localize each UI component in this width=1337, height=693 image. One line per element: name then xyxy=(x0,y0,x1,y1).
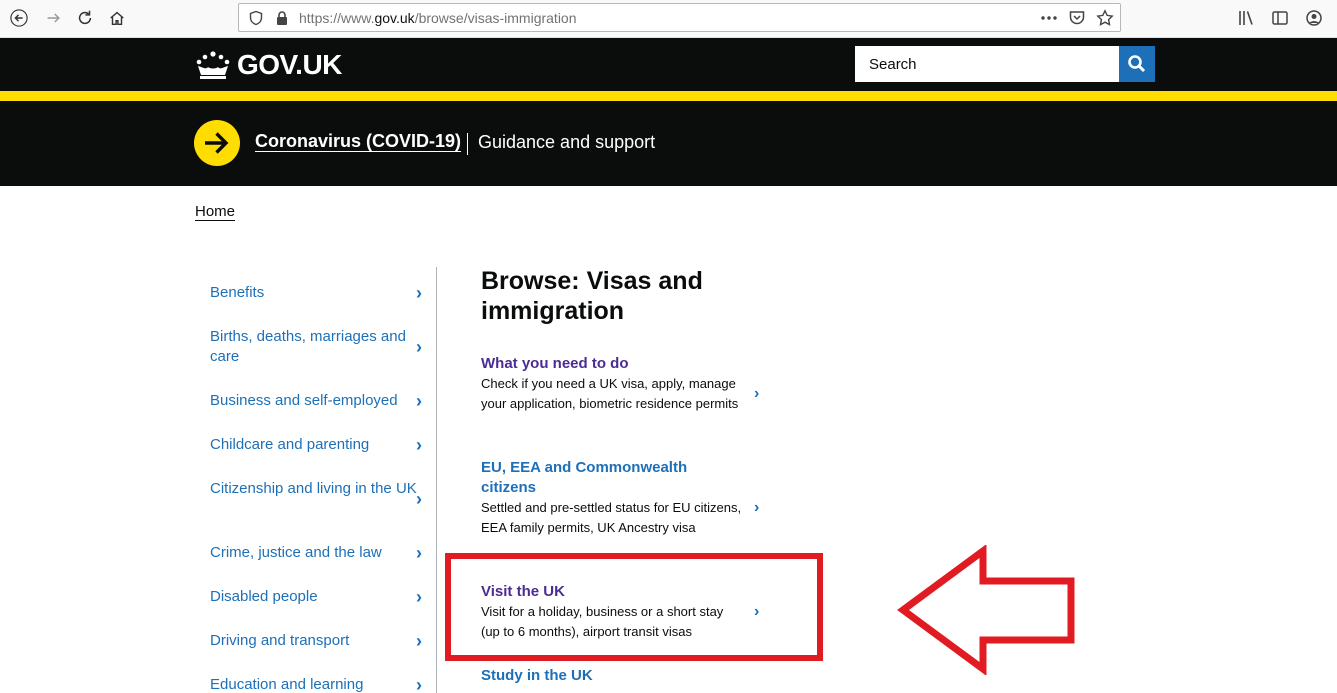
search-input[interactable]: Search xyxy=(855,46,1119,82)
chevron-right-icon: › xyxy=(416,675,422,693)
chevron-right-icon: › xyxy=(416,337,422,357)
subsection-title[interactable]: Study in the UK xyxy=(481,666,743,686)
search-button[interactable] xyxy=(1119,46,1155,82)
chevron-right-icon: › xyxy=(416,543,422,563)
annotation-highlight-box xyxy=(445,553,823,661)
category-crime-justice[interactable]: Crime, justice and the law xyxy=(210,543,420,563)
url-text[interactable]: https://www.gov.uk/browse/visas-immigrat… xyxy=(299,10,577,26)
chevron-right-icon: › xyxy=(416,631,422,651)
category-benefits[interactable]: Benefits xyxy=(210,283,420,303)
page-title: Browse: Visas and immigration xyxy=(481,267,703,325)
sidebar-icon[interactable] xyxy=(1271,9,1289,27)
pocket-icon[interactable] xyxy=(1068,9,1086,27)
category-births-deaths[interactable]: Births, deaths, marriages and care xyxy=(210,327,420,367)
header-yellow-bar xyxy=(0,91,1337,101)
logo-text: GOV.UK xyxy=(237,49,342,80)
annotation-arrow-icon xyxy=(897,545,1075,675)
category-driving[interactable]: Driving and transport xyxy=(210,631,420,651)
category-disabled-people[interactable]: Disabled people xyxy=(210,587,420,607)
banner-divider xyxy=(467,133,468,155)
lock-icon[interactable] xyxy=(274,10,290,26)
subsection-eu-eea[interactable]: EU, EEA and Commonwealth citizens Settle… xyxy=(481,458,743,538)
chevron-right-icon: › xyxy=(416,391,422,411)
library-icon[interactable] xyxy=(1237,9,1255,27)
govuk-logo[interactable]: GOV.UK xyxy=(195,49,342,81)
home-icon[interactable] xyxy=(102,4,132,32)
chevron-right-icon: › xyxy=(416,283,422,303)
chevron-right-icon: › xyxy=(416,587,422,607)
browser-toolbar: https://www.gov.uk/browse/visas-immigrat… xyxy=(0,0,1337,38)
address-bar[interactable]: https://www.gov.uk/browse/visas-immigrat… xyxy=(238,3,1121,32)
category-citizenship[interactable]: Citizenship and living in the UK xyxy=(210,479,420,499)
category-childcare[interactable]: Childcare and parenting xyxy=(210,435,420,455)
subsection-what-you-need-to-do[interactable]: What you need to do Check if you need a … xyxy=(481,354,743,414)
crown-icon xyxy=(196,51,230,79)
shield-icon[interactable] xyxy=(248,10,264,26)
more-icon[interactable] xyxy=(1040,9,1058,27)
forward-icon[interactable] xyxy=(38,4,68,32)
category-business[interactable]: Business and self-employed xyxy=(210,391,420,411)
covid-guidance-text: Guidance and support xyxy=(478,132,656,152)
bookmark-star-icon[interactable] xyxy=(1096,9,1114,27)
subsection-title[interactable]: What you need to do xyxy=(481,354,743,374)
subsection-study-in-the-uk[interactable]: Study in the UK xyxy=(481,666,743,686)
arrow-right-icon[interactable] xyxy=(194,120,240,166)
account-icon[interactable] xyxy=(1305,9,1323,27)
column-divider xyxy=(436,267,437,693)
subsection-title[interactable]: EU, EEA and Commonwealth citizens xyxy=(481,458,743,498)
subsection-description: Settled and pre-settled status for EU ci… xyxy=(481,500,742,535)
category-education[interactable]: Education and learning xyxy=(210,675,420,693)
chevron-right-icon: › xyxy=(754,499,760,516)
reload-icon[interactable] xyxy=(70,4,100,32)
breadcrumb-home[interactable]: Home xyxy=(195,203,235,220)
chevron-right-icon: › xyxy=(754,385,760,402)
chevron-right-icon: › xyxy=(416,435,422,455)
chevron-right-icon: › xyxy=(416,489,422,509)
covid-link[interactable]: Coronavirus (COVID-19) xyxy=(255,131,461,152)
subsection-description: Check if you need a UK visa, apply, mana… xyxy=(481,376,739,411)
search-icon xyxy=(1128,55,1146,73)
back-icon[interactable] xyxy=(4,4,34,32)
